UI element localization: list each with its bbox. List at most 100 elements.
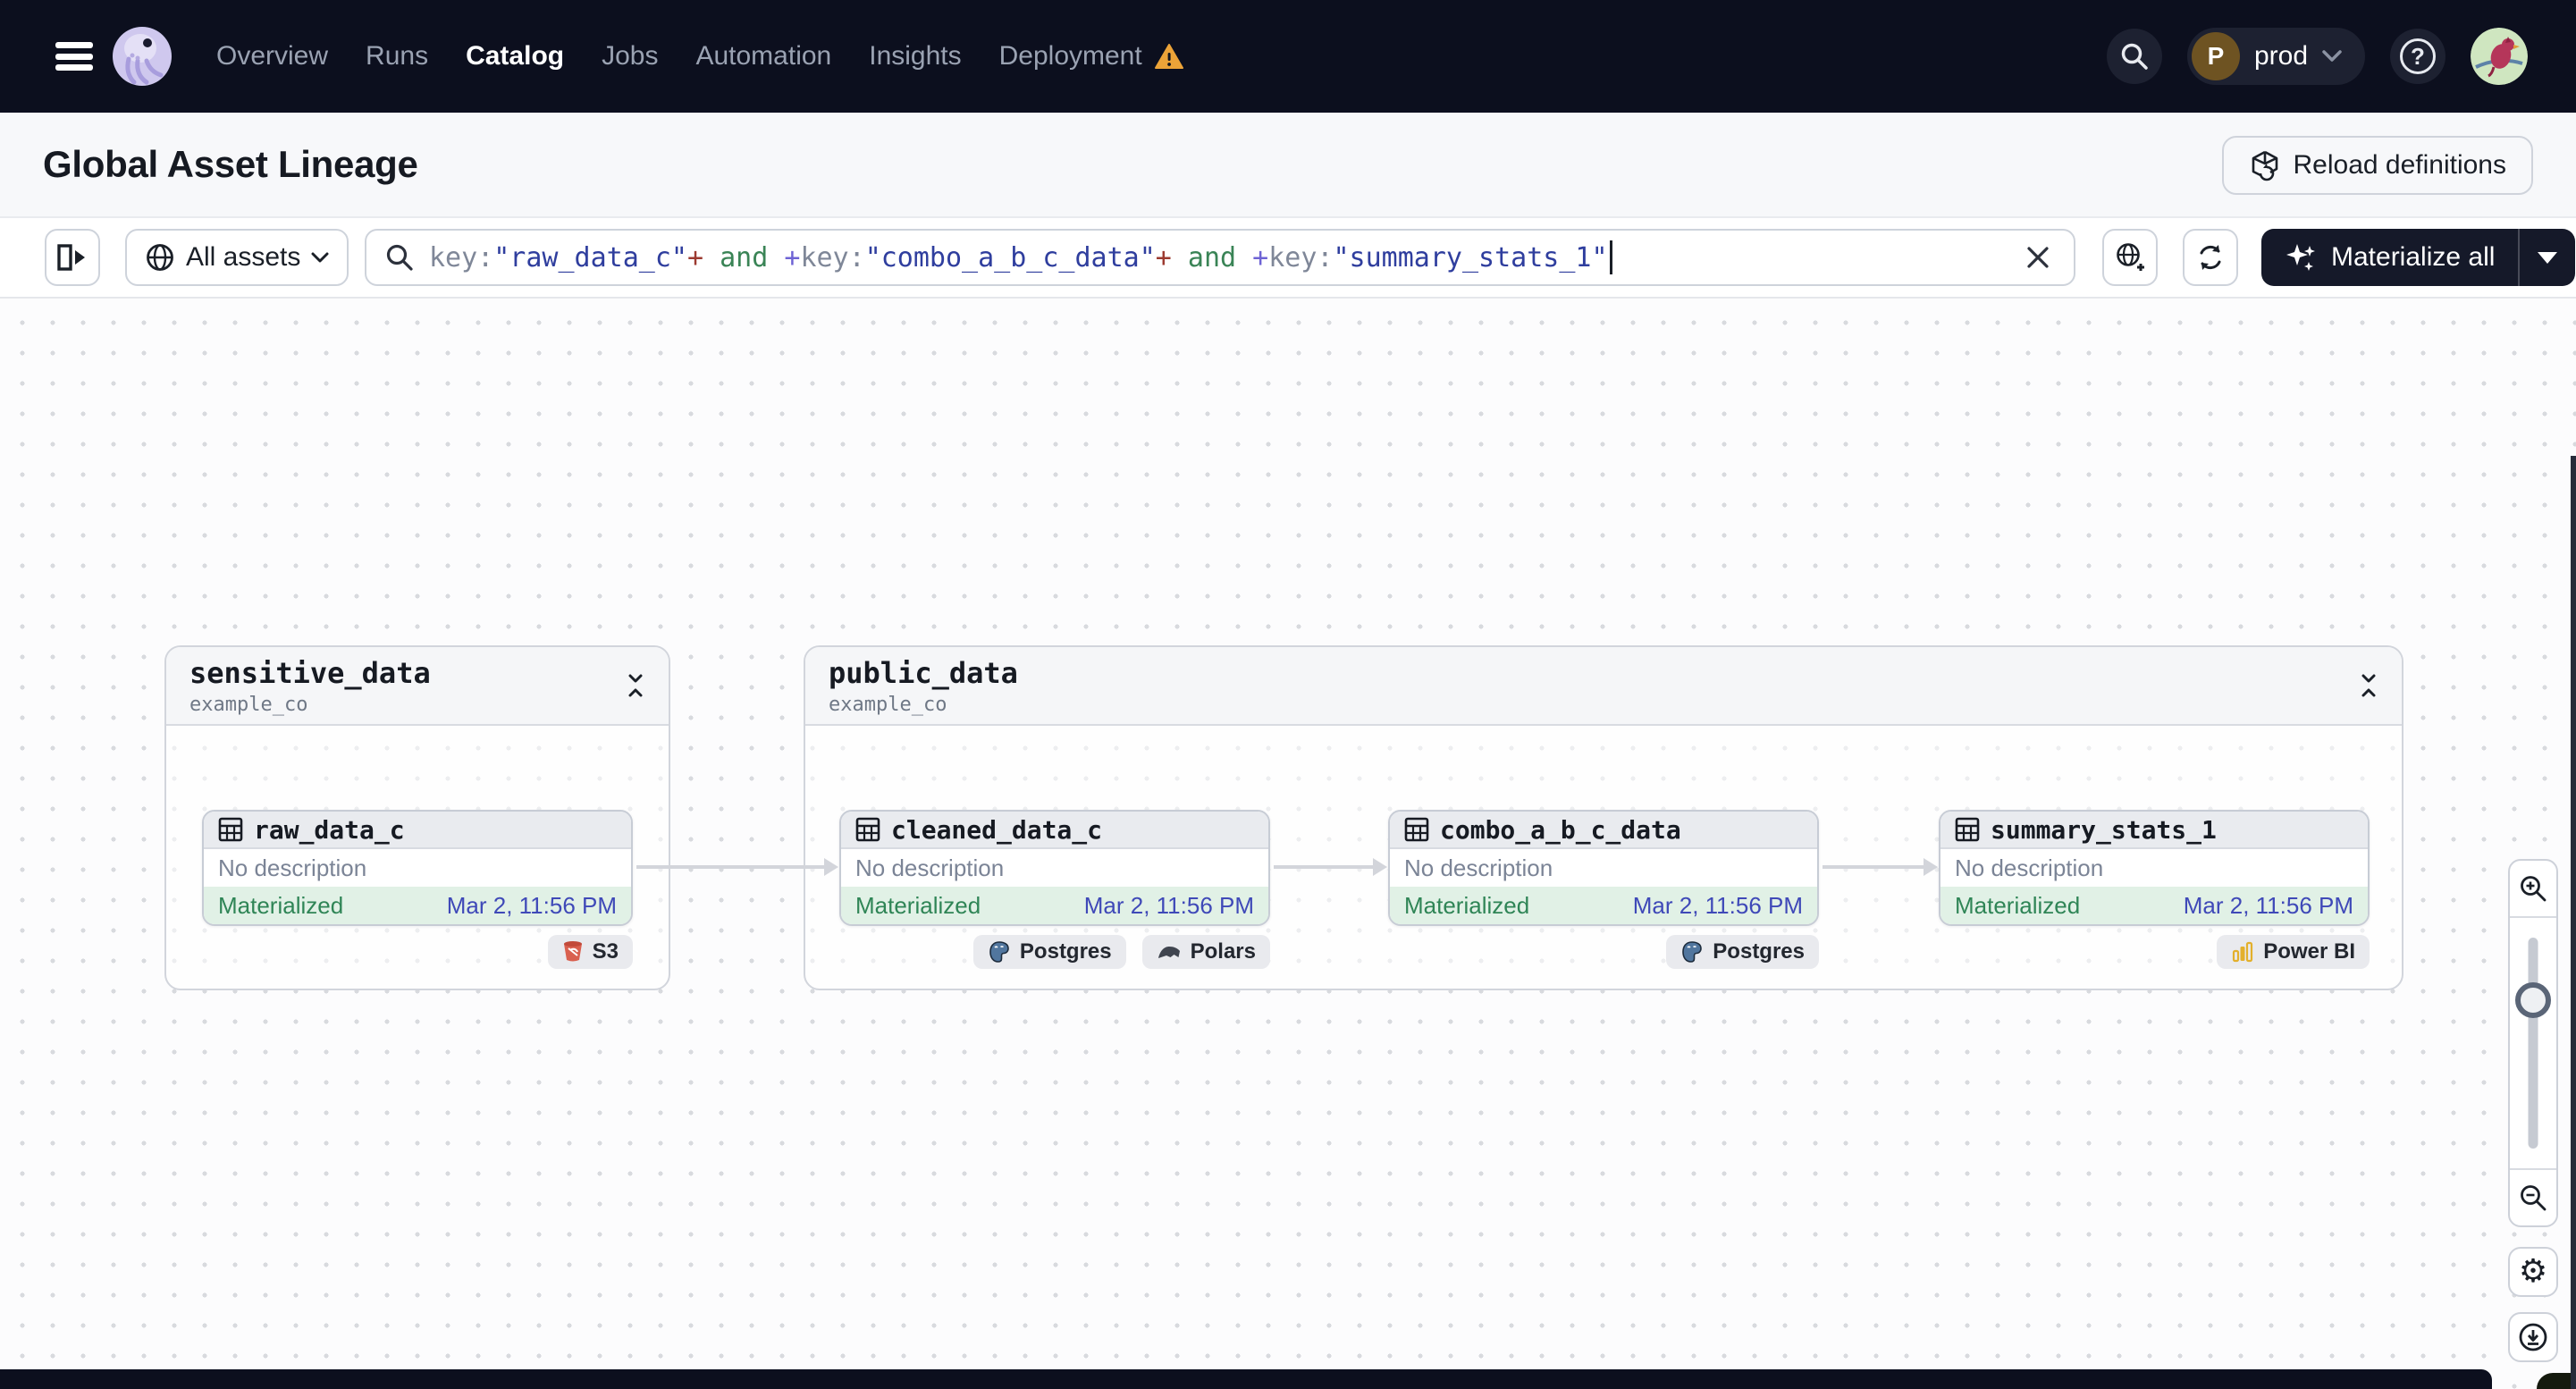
collapse-group-icon[interactable] xyxy=(626,672,645,699)
download-icon xyxy=(2517,1321,2549,1353)
page-title: Global Asset Lineage xyxy=(43,143,418,185)
group-header[interactable]: sensitive_data example_co xyxy=(166,647,669,726)
sparkles-icon xyxy=(2285,240,2319,274)
postgres-icon xyxy=(988,940,1011,964)
download-graph-button[interactable] xyxy=(2508,1312,2558,1362)
asset-name: cleaned_data_c xyxy=(891,814,1103,845)
reload-cube-icon xyxy=(2249,149,2281,181)
lineage-canvas[interactable]: sensitive_data example_co public_data ex… xyxy=(0,299,2576,1389)
kind-badges-cleaned-data-c: Postgres Polars xyxy=(972,935,1270,969)
group-location: example_co xyxy=(829,693,947,716)
kind-badge-label: S3 xyxy=(592,939,619,964)
status-badge: Materialized xyxy=(1955,891,2081,919)
zoom-out-icon xyxy=(2518,1183,2548,1213)
gear-icon: ⚙ xyxy=(2518,1253,2548,1290)
kind-badge-powerbi[interactable]: Power BI xyxy=(2217,935,2370,969)
dagster-logo-icon[interactable] xyxy=(111,25,173,88)
warning-icon xyxy=(1154,43,1183,70)
status-badge: Materialized xyxy=(218,891,344,919)
kind-badge-label: Power BI xyxy=(2263,939,2355,964)
nav-item-catalog[interactable]: Catalog xyxy=(466,41,564,72)
asset-status-row: Materialized Mar 2, 11:56 PM xyxy=(841,887,1268,924)
kind-badge-postgres[interactable]: Postgres xyxy=(1666,935,1819,969)
deployment-name: prod xyxy=(2253,41,2308,71)
filter-query-text: key: "raw_data_c" + and + key: "combo_a_b_c_… xyxy=(429,240,2020,274)
asset-node-summary-stats-1[interactable]: summary_stats_1 No description Materiali… xyxy=(1939,810,2370,926)
materialization-timestamp[interactable]: Mar 2, 11:56 PM xyxy=(1633,892,1803,920)
s3-icon xyxy=(562,940,584,964)
asset-node-raw-data-c[interactable]: raw_data_c No description Materialized M… xyxy=(202,810,633,926)
asset-status-row: Materialized Mar 2, 11:56 PM xyxy=(204,887,631,924)
materialize-all-button[interactable]: Materialize all xyxy=(2261,229,2518,286)
lineage-toolbar: All assets key: "raw_data_c" + and + key: "c… xyxy=(0,218,2576,299)
asset-node-combo-a-b-c-data[interactable]: combo_a_b_c_data No description Material… xyxy=(1388,810,1819,926)
search-icon xyxy=(384,242,415,273)
asset-scope-dropdown[interactable]: All assets xyxy=(125,229,349,286)
asset-description: No description xyxy=(1940,849,2368,887)
powerbi-icon xyxy=(2231,940,2254,964)
postgres-icon xyxy=(1680,940,1704,964)
asset-filter-input[interactable]: key: "raw_data_c" + and + key: "combo_a_b_c_… xyxy=(365,229,2075,286)
kind-badge-label: Postgres xyxy=(1019,939,1112,964)
edge-cleaned-to-combo xyxy=(1274,865,1374,869)
page-header: Global Asset Lineage Reload definitions xyxy=(0,113,2576,218)
nav-item-insights[interactable]: Insights xyxy=(869,41,961,72)
kind-badge-label: Polars xyxy=(1190,939,1256,964)
asset-status-row: Materialized Mar 2, 11:56 PM xyxy=(1940,887,2368,924)
kind-badge-postgres[interactable]: Postgres xyxy=(972,935,1126,969)
table-icon xyxy=(1955,817,1980,842)
open-panel-button[interactable] xyxy=(45,229,100,286)
deployment-switcher[interactable]: P prod xyxy=(2186,28,2365,85)
help-icon: ? xyxy=(2400,38,2436,74)
right-edge-strip xyxy=(2571,456,2576,1389)
kind-badge-polars[interactable]: Polars xyxy=(1141,935,1270,969)
materialization-timestamp[interactable]: Mar 2, 11:56 PM xyxy=(447,892,617,920)
table-icon xyxy=(218,817,243,842)
refresh-icon xyxy=(2194,241,2227,274)
table-icon xyxy=(855,817,880,842)
zoom-in-icon xyxy=(2518,873,2548,904)
zoom-in-button[interactable] xyxy=(2510,861,2556,916)
menu-icon[interactable] xyxy=(55,42,93,71)
open-panel-icon xyxy=(57,244,88,271)
status-badge: Materialized xyxy=(1404,891,1530,919)
materialization-timestamp[interactable]: Mar 2, 11:56 PM xyxy=(1084,892,1254,920)
group-header[interactable]: public_data example_co xyxy=(805,647,2402,726)
graph-settings-button[interactable]: ⚙ xyxy=(2508,1247,2558,1297)
nav-item-overview[interactable]: Overview xyxy=(216,41,328,72)
bottom-edge-bar xyxy=(0,1369,2492,1389)
asset-scope-label: All assets xyxy=(186,242,301,272)
nav-item-runs[interactable]: Runs xyxy=(366,41,428,72)
zoom-slider-track[interactable] xyxy=(2528,938,2538,1149)
globe-plus-icon xyxy=(2114,241,2146,274)
nav-item-automation[interactable]: Automation xyxy=(695,41,831,72)
edge-arrowhead xyxy=(1924,858,1938,876)
table-icon xyxy=(1404,817,1429,842)
nav-item-jobs[interactable]: Jobs xyxy=(602,41,658,72)
nav-item-deployment[interactable]: Deployment xyxy=(999,41,1142,72)
filter-to-graph-button[interactable] xyxy=(2102,229,2158,286)
zoom-slider-thumb[interactable] xyxy=(2515,982,2551,1018)
refresh-button[interactable] xyxy=(2183,229,2238,286)
asset-name: combo_a_b_c_data xyxy=(1440,814,1681,845)
search-button[interactable] xyxy=(2106,29,2162,84)
asset-node-cleaned-data-c[interactable]: cleaned_data_c No description Materializ… xyxy=(839,810,1270,926)
nav-menu: Overview Runs Catalog Jobs Automation In… xyxy=(216,41,1183,72)
materialization-timestamp[interactable]: Mar 2, 11:56 PM xyxy=(2184,892,2353,920)
zoom-slider[interactable] xyxy=(2510,916,2556,1170)
kind-badges-raw-data-c: S3 xyxy=(547,935,633,969)
user-avatar[interactable] xyxy=(2471,28,2528,85)
help-button[interactable]: ? xyxy=(2390,29,2446,84)
edge-combo-to-summary xyxy=(1823,865,1924,869)
group-name: sensitive_data xyxy=(189,655,431,690)
kind-badge-s3[interactable]: S3 xyxy=(547,935,633,969)
clear-filter-button[interactable] xyxy=(2020,240,2056,275)
materialize-options-button[interactable] xyxy=(2520,229,2575,286)
materialize-all-label: Materialize all xyxy=(2331,242,2496,272)
reload-definitions-button[interactable]: Reload definitions xyxy=(2221,136,2533,195)
deployment-initial-badge: P xyxy=(2191,32,2240,80)
collapse-group-icon[interactable] xyxy=(2359,672,2378,699)
zoom-out-button[interactable] xyxy=(2510,1170,2556,1225)
asset-description: No description xyxy=(204,849,631,887)
globe-icon xyxy=(145,242,175,273)
